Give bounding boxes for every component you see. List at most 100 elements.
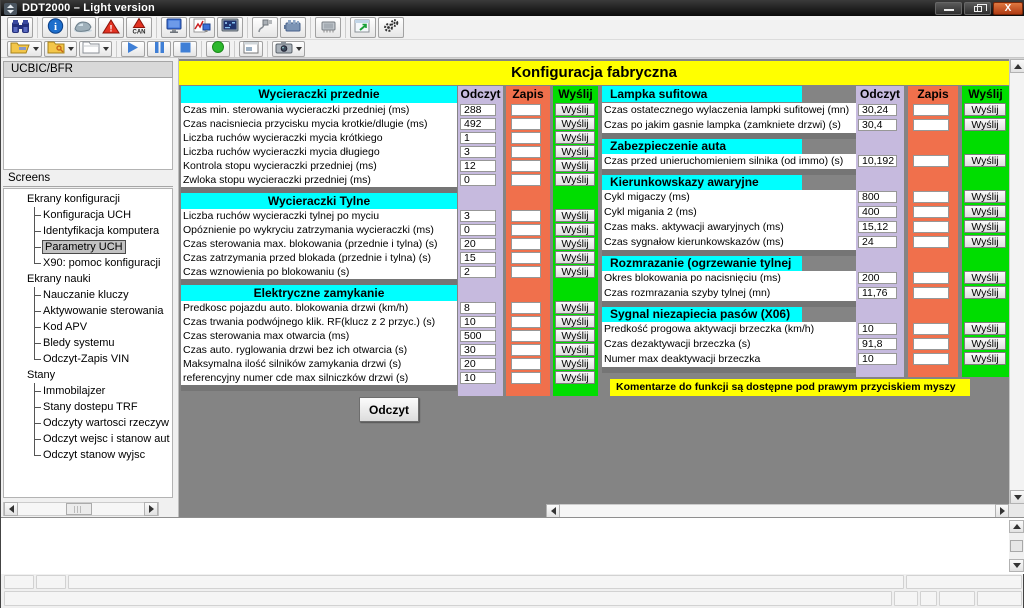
- send-button[interactable]: Wyślij: [555, 265, 595, 278]
- zapis-input[interactable]: [913, 236, 949, 248]
- scroll-left-button[interactable]: [4, 502, 18, 516]
- close-button[interactable]: X: [993, 2, 1023, 15]
- sidebar-item[interactable]: Aktywowanie sterowania: [4, 303, 172, 319]
- send-button[interactable]: Wyślij: [964, 235, 1006, 248]
- zapis-input[interactable]: [913, 221, 949, 233]
- log-vertical-scrollbar[interactable]: [1009, 520, 1024, 572]
- zapis-input[interactable]: [511, 372, 541, 384]
- scroll-thumb[interactable]: [1010, 540, 1023, 552]
- send-button[interactable]: Wyślij: [555, 223, 595, 236]
- send-button[interactable]: Wyślij: [964, 205, 1006, 218]
- toolbar-monitor-panel-button[interactable]: [217, 17, 243, 38]
- toolbar-warning-button[interactable]: !: [98, 17, 124, 38]
- zapis-input[interactable]: [913, 353, 949, 365]
- toolbar-folder-open-button[interactable]: [7, 41, 42, 57]
- send-button[interactable]: Wyślij: [555, 343, 595, 356]
- send-button[interactable]: Wyślij: [964, 154, 1006, 167]
- send-button[interactable]: Wyślij: [555, 131, 595, 144]
- toolbar-monitor-graph-button[interactable]: [189, 17, 215, 38]
- send-button[interactable]: Wyślij: [964, 118, 1006, 131]
- sidebar-item[interactable]: Odczyty wartosci rzeczyw: [4, 415, 172, 431]
- send-button[interactable]: Wyślij: [555, 209, 595, 222]
- scroll-left-button[interactable]: [546, 504, 560, 518]
- send-button[interactable]: Wyślij: [964, 190, 1006, 203]
- zapis-input[interactable]: [511, 132, 541, 144]
- toolbar-pause-button[interactable]: [147, 41, 171, 57]
- minimize-button[interactable]: [935, 2, 962, 15]
- toolbar-stop-button[interactable]: [173, 41, 197, 57]
- zapis-input[interactable]: [511, 160, 541, 172]
- send-button[interactable]: Wyślij: [964, 220, 1006, 233]
- maximize-button[interactable]: [964, 2, 991, 15]
- zapis-input[interactable]: [913, 119, 949, 131]
- zapis-input[interactable]: [913, 191, 949, 203]
- scroll-down-button[interactable]: [1009, 559, 1024, 572]
- zapis-input[interactable]: [511, 238, 541, 250]
- zapis-input[interactable]: [913, 206, 949, 218]
- zapis-input[interactable]: [913, 287, 949, 299]
- toolbar-vehicle-button[interactable]: [70, 17, 96, 38]
- zapis-input[interactable]: [511, 118, 541, 130]
- sidebar-item[interactable]: Stany: [4, 367, 172, 383]
- scroll-track[interactable]: [560, 504, 995, 518]
- send-button[interactable]: Wyślij: [555, 329, 595, 342]
- toolbar-folder-key-button[interactable]: [44, 41, 77, 57]
- toolbar-engine-button[interactable]: [280, 17, 306, 38]
- send-button[interactable]: Wyślij: [964, 322, 1006, 335]
- toolbar-monitor-button[interactable]: [161, 17, 187, 38]
- toolbar-chip-button[interactable]: [315, 17, 341, 38]
- zapis-input[interactable]: [511, 224, 541, 236]
- sidebar-item[interactable]: Kod APV: [4, 319, 172, 335]
- sidebar-item[interactable]: Ekrany nauki: [4, 271, 172, 287]
- send-button[interactable]: Wyślij: [964, 352, 1006, 365]
- zapis-input[interactable]: [913, 155, 949, 167]
- zapis-input[interactable]: [511, 302, 541, 314]
- sidebar-item[interactable]: Immobilajzer: [4, 383, 172, 399]
- toolbar-camera-button[interactable]: [272, 41, 305, 57]
- scroll-right-button[interactable]: [995, 504, 1009, 518]
- zapis-input[interactable]: [913, 104, 949, 116]
- scroll-thumb[interactable]: [66, 503, 92, 515]
- sidebar-horizontal-scrollbar[interactable]: [3, 502, 159, 516]
- sidebar-item[interactable]: Identyfikacja komputera: [4, 223, 172, 239]
- toolbar-window-export-button[interactable]: [350, 17, 376, 38]
- scroll-right-button[interactable]: [144, 502, 158, 516]
- send-button[interactable]: Wyślij: [555, 103, 595, 116]
- send-button[interactable]: Wyślij: [555, 117, 595, 130]
- send-button[interactable]: Wyślij: [555, 371, 595, 384]
- zapis-input[interactable]: [913, 338, 949, 350]
- send-button[interactable]: Wyślij: [964, 286, 1006, 299]
- read-button[interactable]: Odczyt: [359, 397, 419, 422]
- toolbar-folder-plain-button[interactable]: [79, 41, 112, 57]
- zapis-input[interactable]: [511, 252, 541, 264]
- send-button[interactable]: Wyślij: [964, 271, 1006, 284]
- sidebar-item[interactable]: Bledy systemu: [4, 335, 172, 351]
- send-button[interactable]: Wyślij: [555, 159, 595, 172]
- zapis-input[interactable]: [511, 344, 541, 356]
- send-button[interactable]: Wyślij: [555, 251, 595, 264]
- toolbar-can-warning-button[interactable]: CAN: [126, 17, 152, 38]
- sidebar-item[interactable]: Konfiguracja UCH: [4, 207, 172, 223]
- zapis-input[interactable]: [511, 210, 541, 222]
- send-button[interactable]: Wyślij: [964, 103, 1006, 116]
- send-button[interactable]: Wyślij: [555, 173, 595, 186]
- toolbar-gears-button[interactable]: [378, 17, 404, 38]
- scroll-up-button[interactable]: [1010, 59, 1024, 73]
- zapis-input[interactable]: [511, 174, 541, 186]
- toolbar-binoculars-button[interactable]: [7, 17, 33, 38]
- sidebar-item[interactable]: Parametry UCH: [4, 239, 172, 255]
- send-button[interactable]: Wyślij: [964, 337, 1006, 350]
- zapis-input[interactable]: [511, 266, 541, 278]
- toolbar-record-button[interactable]: [206, 41, 230, 57]
- sidebar-item[interactable]: Odczyt stanow wyjsc: [4, 447, 172, 463]
- send-button[interactable]: Wyślij: [555, 315, 595, 328]
- send-button[interactable]: Wyślij: [555, 357, 595, 370]
- toolbar-export-window-button[interactable]: [239, 41, 263, 57]
- sidebar-item[interactable]: Ekrany konfiguracji: [4, 191, 172, 207]
- zapis-input[interactable]: [511, 104, 541, 116]
- main-vertical-scrollbar[interactable]: [1009, 59, 1024, 504]
- send-button[interactable]: Wyślij: [555, 301, 595, 314]
- scroll-track[interactable]: [18, 502, 144, 516]
- main-horizontal-scrollbar[interactable]: [546, 504, 1009, 518]
- zapis-input[interactable]: [913, 323, 949, 335]
